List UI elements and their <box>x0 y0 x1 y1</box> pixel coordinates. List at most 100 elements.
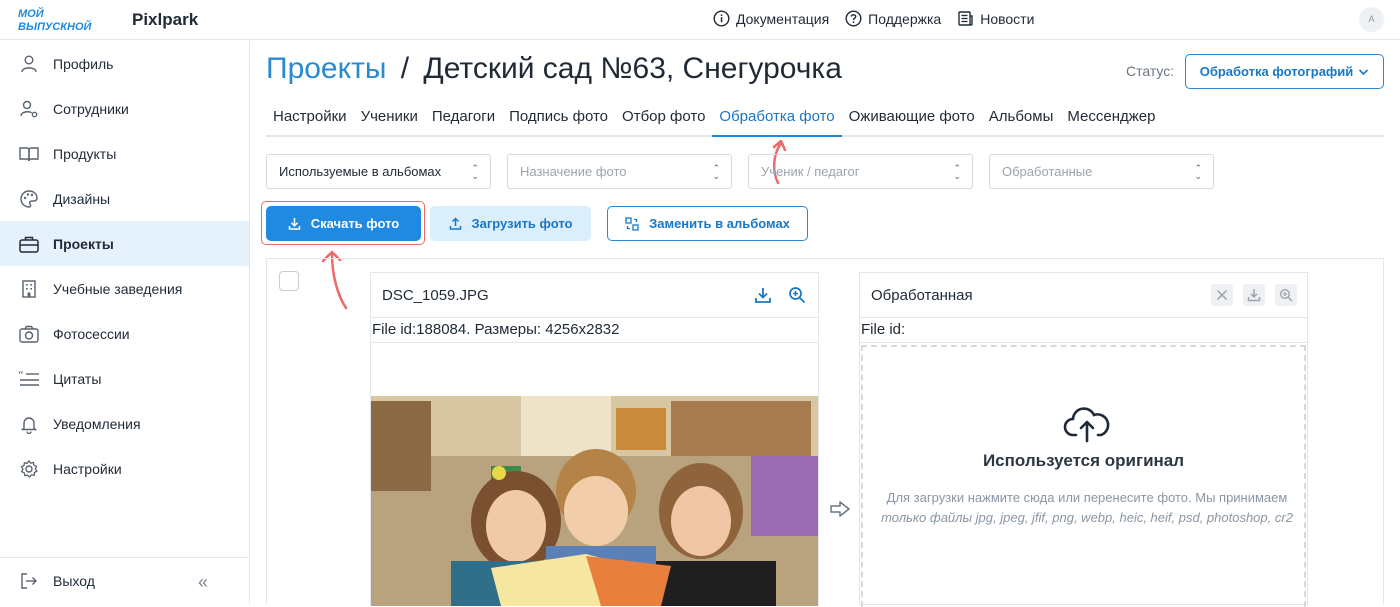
sidebar-footer: Выход « <box>0 557 249 604</box>
dropzone-title: Используется оригинал <box>982 451 1185 470</box>
filter-purpose[interactable]: Назначение фото ⌃ ⌄ <box>507 154 732 189</box>
download-processed-icon[interactable] <box>1243 284 1265 306</box>
logout-button[interactable]: Выход <box>0 558 249 604</box>
photo-row: DSC_1059.JPG File id:188084. Размеры: 42… <box>266 258 1384 607</box>
sidebar-item-photoshoots[interactable]: Фотосессии <box>0 311 249 356</box>
tab-teachers[interactable]: Педагоги <box>425 99 502 137</box>
tab-live-photos[interactable]: Оживающие фото <box>842 99 982 137</box>
svg-text:ВЫПУСКНОЙ: ВЫПУСКНОЙ <box>18 20 93 33</box>
filter-person-placeholder: Ученик / педагог <box>761 164 860 179</box>
remove-processed-icon[interactable] <box>1211 284 1233 306</box>
book-icon <box>18 143 40 165</box>
tab-photo-processing[interactable]: Обработка фото <box>712 99 842 137</box>
original-filename: DSC_1059.JPG <box>382 286 489 304</box>
upload-icon <box>449 217 461 230</box>
sidebar-item-products[interactable]: Продукты <box>0 131 249 176</box>
processed-meta: File id: <box>860 318 1307 343</box>
brand-name[interactable]: Pixlpark <box>132 10 198 30</box>
updown-icon: ⌃ ⌄ <box>1194 163 1202 181</box>
updown-icon: ⌃ ⌄ <box>471 163 479 181</box>
nav-news-label: Новости <box>980 10 1035 27</box>
collapse-sidebar-icon[interactable]: « <box>198 572 208 593</box>
sidebar-item-settings[interactable]: Настройки <box>0 446 249 491</box>
palette-icon <box>18 188 40 210</box>
sidebar-item-label: Сотрудники <box>53 100 129 117</box>
sidebar-item-label: Проекты <box>53 235 114 252</box>
bell-icon <box>18 413 40 435</box>
nav-docs-label: Документация <box>736 10 830 27</box>
brand-logo[interactable]: МОЙ ВЫПУСКНОЙ <box>16 5 116 35</box>
tab-photo-selection[interactable]: Отбор фото <box>615 99 712 137</box>
tab-messenger[interactable]: Мессенджер <box>1060 99 1162 137</box>
project-title: Детский сад №63, Снегурочка <box>423 52 842 85</box>
help-icon <box>845 10 862 27</box>
nav-support-label: Поддержка <box>868 10 942 27</box>
main-content: Проекты / Детский сад №63, Снегурочка Ст… <box>250 41 1400 607</box>
camera-icon <box>18 323 40 345</box>
sidebar-item-schools[interactable]: Учебные заведения <box>0 266 249 311</box>
svg-text:МОЙ: МОЙ <box>18 7 45 20</box>
sidebar-item-label: Цитаты <box>53 370 102 387</box>
updown-icon: ⌃ ⌄ <box>712 163 720 181</box>
replace-in-albums-button[interactable]: Заменить в альбомах <box>607 206 808 241</box>
dropzone-hint-line-2: только файлы jpg, jpeg, jfif, png, webp,… <box>881 510 1293 525</box>
page-title: Проекты / Детский сад №63, Снегурочка <box>266 52 842 86</box>
logout-icon <box>18 570 40 592</box>
logout-label: Выход <box>53 573 95 589</box>
avatar[interactable]: A <box>1359 7 1384 32</box>
filter-usage-value: Используемые в альбомах <box>279 164 442 179</box>
filter-usage[interactable]: Используемые в альбомах ⌃ ⌄ <box>266 154 491 189</box>
nav-support[interactable]: Поддержка <box>845 10 941 27</box>
status-dropdown[interactable]: Обработка фотографий <box>1185 54 1384 89</box>
sidebar-item-profile[interactable]: Профиль <box>0 41 249 86</box>
sidebar-item-label: Учебные заведения <box>53 280 183 297</box>
filter-person[interactable]: Ученик / педагог ⌃ ⌄ <box>748 154 973 189</box>
original-photo-card: DSC_1059.JPG File id:188084. Размеры: 42… <box>370 272 819 606</box>
news-icon <box>958 11 973 26</box>
photo-thumbnail[interactable] <box>371 396 818 606</box>
breadcrumb-projects[interactable]: Проекты <box>266 52 386 85</box>
sidebar-item-projects[interactable]: Проекты <box>0 221 249 266</box>
original-card-header: DSC_1059.JPG <box>371 273 818 318</box>
processed-photo-card: Обработанная File id: Используется ориги… <box>859 272 1308 607</box>
tab-settings[interactable]: Настройки <box>266 99 354 137</box>
breadcrumb-separator: / <box>400 52 410 85</box>
download-original-icon[interactable] <box>752 284 774 306</box>
replace-icon <box>625 216 639 231</box>
processed-card-header: Обработанная <box>860 273 1307 318</box>
sidebar-item-label: Настройки <box>53 460 122 477</box>
nav-news[interactable]: Новости <box>957 10 1034 27</box>
upload-photos-button[interactable]: Загрузить фото <box>430 206 591 241</box>
updown-icon: ⌃ ⌄ <box>953 163 961 181</box>
download-photos-button[interactable]: Скачать фото <box>266 206 421 241</box>
tab-students[interactable]: Ученики <box>354 99 425 137</box>
cloud-upload-icon <box>1063 407 1110 443</box>
nav-docs[interactable]: Документация <box>713 10 829 27</box>
filter-processed[interactable]: Обработанные ⌃ ⌄ <box>989 154 1214 189</box>
gear-icon <box>18 458 40 480</box>
zoom-original-icon[interactable] <box>786 284 808 306</box>
quote-icon: “ <box>18 368 40 390</box>
sidebar-item-employees[interactable]: Сотрудники <box>0 86 249 131</box>
filter-purpose-placeholder: Назначение фото <box>520 164 627 179</box>
select-checkbox[interactable] <box>279 271 299 291</box>
sidebar-item-designs[interactable]: Дизайны <box>0 176 249 221</box>
original-meta: File id:188084. Размеры: 4256x2832 <box>371 318 818 343</box>
top-nav: Документация Поддержка Новости <box>713 10 1034 27</box>
sidebar-item-quotes[interactable]: “ Цитаты <box>0 356 249 401</box>
upload-photos-label: Загрузить фото <box>471 216 573 231</box>
tab-bar: Настройки Ученики Педагоги Подпись фото … <box>266 99 1384 137</box>
zoom-processed-icon[interactable] <box>1275 284 1297 306</box>
sidebar-item-notifications[interactable]: Уведомления <box>0 401 249 446</box>
tab-photo-caption[interactable]: Подпись фото <box>502 99 615 137</box>
sidebar-item-label: Профиль <box>53 55 114 72</box>
replace-in-albums-label: Заменить в альбомах <box>649 216 790 231</box>
tab-albums[interactable]: Альбомы <box>982 99 1061 137</box>
download-photos-label: Скачать фото <box>310 216 400 231</box>
sidebar-item-label: Продукты <box>53 145 117 162</box>
filter-processed-placeholder: Обработанные <box>1002 164 1093 179</box>
building-icon <box>18 278 40 300</box>
processed-title: Обработанная <box>871 286 973 304</box>
upload-dropzone[interactable]: Используется оригинал Для загрузки нажми… <box>861 345 1306 607</box>
sidebar-item-label: Дизайны <box>53 190 111 207</box>
